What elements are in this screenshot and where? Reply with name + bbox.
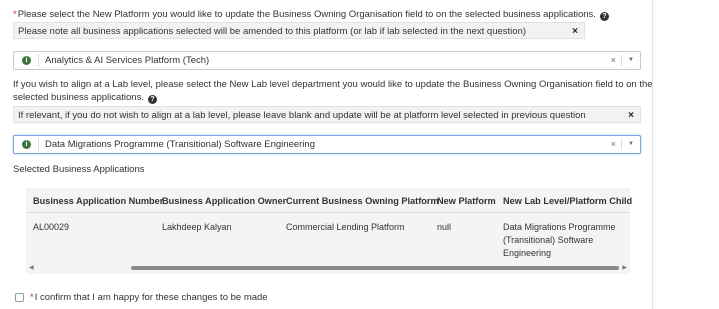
lab-question-label: If you wish to align at a Lab level, ple… bbox=[13, 79, 653, 91]
column-header-owner: Business Application Owner bbox=[162, 196, 287, 206]
scroll-left-arrow-icon[interactable]: ◀ bbox=[29, 264, 34, 272]
platform-select[interactable]: i Analytics & AI Services Platform (Tech… bbox=[13, 51, 641, 70]
panel-right-border bbox=[652, 0, 653, 309]
scrollbar-thumb[interactable] bbox=[131, 266, 619, 270]
clear-selection-icon[interactable]: × bbox=[611, 52, 616, 69]
cell-new-platform: null bbox=[437, 222, 452, 232]
cell-new-lab-line1: Data Migrations Programme bbox=[503, 222, 616, 232]
confirm-label: *I confirm that I am happy for these cha… bbox=[30, 292, 268, 304]
required-marker: * bbox=[30, 292, 34, 303]
platform-question-text: Please select the New Platform you would… bbox=[17, 9, 596, 20]
cell-new-lab-line3: Engineering bbox=[503, 248, 552, 258]
table-header-divider bbox=[26, 212, 630, 213]
cell-owner: Lakhdeep Kalyan bbox=[162, 222, 232, 232]
lab-question-text-line2: selected business applications. bbox=[13, 92, 144, 103]
lab-question-label-line2: selected business applications.? bbox=[13, 92, 157, 104]
lab-select[interactable]: i Data Migrations Programme (Transitiona… bbox=[13, 135, 641, 154]
info-circle-icon: i bbox=[22, 140, 31, 149]
select-divider bbox=[38, 138, 39, 151]
required-marker: * bbox=[13, 9, 17, 20]
column-header-new-platform: New Platform bbox=[437, 196, 496, 206]
close-icon[interactable]: × bbox=[572, 23, 578, 40]
horizontal-scrollbar[interactable]: ◀ ▶ bbox=[26, 264, 630, 272]
question-circle-icon[interactable]: ? bbox=[599, 12, 609, 21]
close-icon[interactable]: × bbox=[628, 107, 634, 124]
cell-current-platform: Commercial Lending Platform bbox=[286, 222, 405, 232]
cell-number: AL00029 bbox=[33, 222, 70, 232]
confirm-text: I confirm that I am happy for these chan… bbox=[34, 292, 268, 303]
platform-select-value: Analytics & AI Services Platform (Tech) bbox=[45, 55, 210, 66]
confirm-checkbox[interactable] bbox=[15, 293, 24, 302]
column-header-new-lab: New Lab Level/Platform Child bbox=[503, 196, 633, 206]
cell-new-lab-line2: (Transitional) Software bbox=[503, 235, 594, 245]
lab-note-box: If relevant, if you do not wish to align… bbox=[13, 106, 641, 123]
column-header-current-platform: Current Business Owning Platform bbox=[286, 196, 439, 206]
platform-question-label: *Please select the New Platform you woul… bbox=[13, 9, 609, 21]
column-header-number: Business Application Number bbox=[33, 196, 164, 206]
lab-note-text: If relevant, if you do not wish to align… bbox=[18, 110, 586, 121]
clear-selection-icon[interactable]: × bbox=[611, 136, 616, 153]
select-divider bbox=[38, 54, 39, 67]
platform-note-text: Please note all business applications se… bbox=[18, 26, 527, 37]
chevron-down-icon[interactable]: ▼ bbox=[628, 136, 634, 153]
lab-question-text-line1: If you wish to align at a Lab level, ple… bbox=[13, 79, 653, 90]
selected-apps-title: Selected Business Applications bbox=[13, 164, 145, 175]
scroll-right-arrow-icon[interactable]: ▶ bbox=[622, 264, 627, 272]
info-circle-icon: i bbox=[22, 56, 31, 65]
selected-apps-table: Business Application Number Business App… bbox=[26, 188, 633, 274]
select-divider bbox=[621, 139, 622, 150]
chevron-down-icon[interactable]: ▼ bbox=[628, 52, 634, 69]
lab-select-value: Data Migrations Programme (Transitional)… bbox=[45, 139, 315, 150]
question-circle-icon[interactable]: ? bbox=[147, 95, 157, 104]
select-divider bbox=[621, 55, 622, 66]
platform-note-box: Please note all business applications se… bbox=[13, 22, 585, 39]
